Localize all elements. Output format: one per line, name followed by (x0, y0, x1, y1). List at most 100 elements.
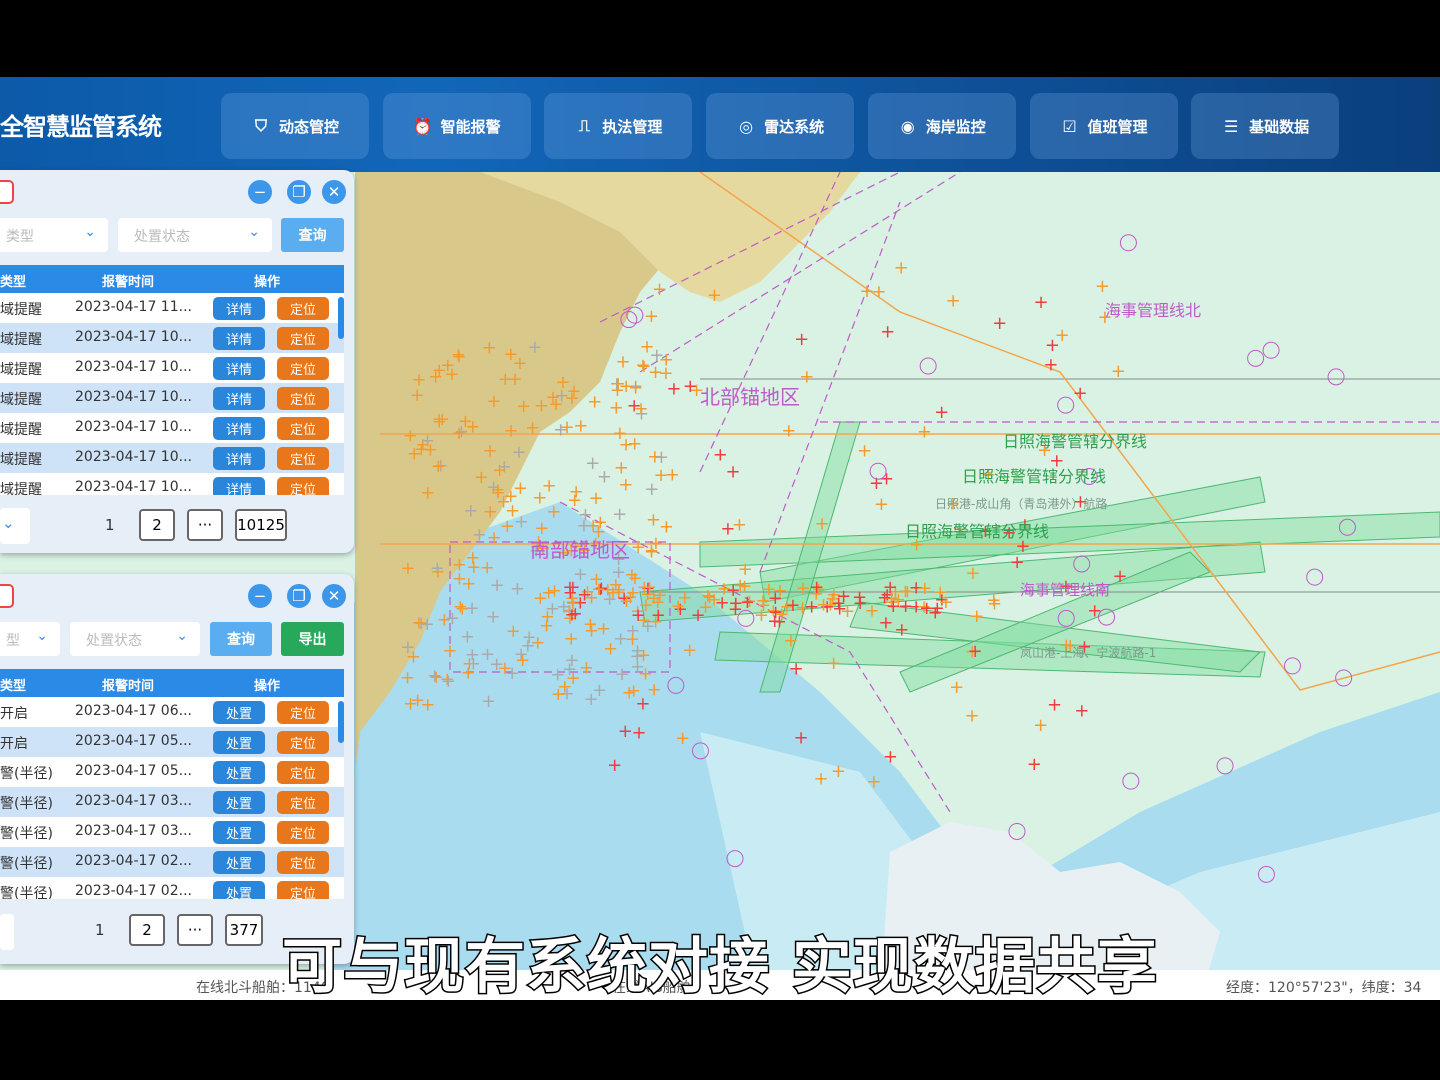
vessel-marker[interactable]: + (510, 579, 525, 600)
vessel-marker[interactable]: + (666, 379, 681, 400)
locate-button[interactable]: 定位 (277, 731, 329, 754)
table-row[interactable]: 警(半径) 2023-04-17 05... 处置 定位 (0, 757, 344, 787)
vessel-marker[interactable]: + (860, 281, 875, 302)
nav-alarm[interactable]: ⏰ 智能报警 (382, 93, 531, 159)
nav-stamp[interactable]: ⎍ 执法管理 (544, 93, 693, 159)
vessel-marker[interactable]: + (585, 453, 600, 474)
vessel-marker[interactable]: + (826, 653, 841, 674)
nav-radar[interactable]: ◎ 雷达系统 (706, 93, 855, 159)
vessel-marker[interactable]: + (564, 629, 579, 650)
vessel-marker[interactable]: + (589, 488, 604, 509)
vessel-marker[interactable]: + (406, 647, 421, 668)
vessel-marker[interactable]: + (480, 644, 495, 665)
vessel-marker[interactable]: + (551, 684, 566, 705)
detail-button[interactable]: 详情 (213, 477, 265, 495)
vessel-marker[interactable]: + (813, 768, 828, 789)
vessel-marker[interactable]: + (781, 420, 796, 441)
vessel-marker[interactable]: + (946, 291, 961, 312)
vessel-marker[interactable]: + (492, 460, 507, 481)
vessel-marker[interactable]: + (420, 482, 435, 503)
vessel-marker[interactable]: + (965, 705, 980, 726)
locate-button[interactable]: 定位 (277, 447, 329, 470)
nav-shield-check[interactable]: ⛉ 动态管控 (221, 93, 369, 159)
locate-button[interactable]: 定位 (277, 417, 329, 440)
vessel-marker[interactable]: + (713, 445, 728, 466)
vessel-marker[interactable]: + (569, 482, 584, 503)
vessel-marker[interactable]: + (659, 517, 674, 538)
vessel-marker[interactable]: + (1113, 566, 1128, 587)
detail-button[interactable]: 详情 (213, 297, 265, 320)
handle-button[interactable]: 处置 (213, 791, 265, 814)
vessel-marker[interactable]: + (618, 721, 633, 742)
vessel-marker[interactable]: + (1095, 276, 1110, 297)
vessel-marker[interactable]: + (1027, 754, 1042, 775)
table-row[interactable]: 警(半径) 2023-04-17 03... 处置 定位 (0, 817, 344, 847)
vessel-marker[interactable]: + (612, 504, 627, 525)
vessel-marker[interactable]: + (410, 690, 425, 711)
vessel-marker[interactable]: + (498, 369, 513, 390)
handle-button[interactable]: 处置 (213, 851, 265, 874)
vessel-marker[interactable]: + (603, 639, 618, 660)
vessel-marker[interactable]: + (516, 396, 531, 417)
vessel-marker[interactable]: + (615, 351, 630, 372)
vessel-marker[interactable]: + (682, 640, 697, 661)
table-row[interactable]: 警(半径) 2023-04-17 03... 处置 定位 (0, 787, 344, 817)
vessel-marker[interactable]: + (506, 621, 521, 642)
vessel-marker[interactable]: + (1087, 600, 1102, 621)
page-last[interactable]: 10125 (235, 509, 287, 541)
status-select[interactable]: 处置状态 ⌄ (118, 218, 272, 252)
vessel-marker[interactable]: + (423, 440, 438, 461)
vessel-marker[interactable]: + (857, 441, 872, 462)
vessel-marker[interactable]: + (992, 313, 1007, 334)
vessel-marker[interactable]: + (675, 728, 690, 749)
table-row[interactable]: 域提醒 2023-04-17 10... 详情 定位 (0, 473, 344, 495)
vessel-marker[interactable]: + (480, 557, 495, 578)
vessel-marker[interactable]: + (441, 671, 456, 692)
detail-button[interactable]: 详情 (213, 447, 265, 470)
vessel-marker[interactable]: + (1074, 700, 1089, 721)
vessel-marker[interactable]: + (618, 474, 633, 495)
vessel-marker[interactable]: + (1045, 335, 1060, 356)
vessel-marker[interactable]: + (542, 475, 557, 496)
table-row[interactable]: 域提醒 2023-04-17 10... 详情 定位 (0, 323, 344, 353)
table-row[interactable]: 开启 2023-04-17 06... 处置 定位 (0, 697, 344, 727)
vessel-marker[interactable]: + (702, 587, 717, 608)
table-row[interactable]: 警(半径) 2023-04-17 02... 处置 定位 (0, 847, 344, 877)
vessel-marker[interactable]: + (432, 409, 447, 430)
vessel-marker[interactable]: + (814, 513, 829, 534)
vessel-marker[interactable]: + (587, 392, 602, 413)
vessel-marker[interactable]: + (512, 353, 527, 374)
vessel-marker[interactable]: + (968, 641, 983, 662)
locate-button[interactable]: 定位 (277, 791, 329, 814)
vessel-marker[interactable]: + (565, 577, 580, 598)
nav-database[interactable]: ☰ 基础数据 (1191, 93, 1340, 159)
vessel-marker[interactable]: + (440, 355, 455, 376)
vessel-marker[interactable]: + (648, 362, 663, 383)
locate-button[interactable]: 定位 (277, 357, 329, 380)
nav-clipboard-check[interactable]: ☑ 值班管理 (1029, 93, 1178, 159)
handle-button[interactable]: 处置 (213, 761, 265, 784)
detail-button[interactable]: 详情 (213, 327, 265, 350)
vessel-marker[interactable]: + (579, 657, 594, 678)
vessel-marker[interactable]: + (683, 376, 698, 397)
vessel-marker[interactable]: + (1010, 552, 1025, 573)
vessel-marker[interactable]: + (816, 594, 831, 615)
vessel-marker[interactable]: + (525, 418, 540, 439)
vessel-marker[interactable]: + (489, 575, 504, 596)
restore-icon[interactable]: ❐ (287, 180, 311, 204)
table-row[interactable]: 域提醒 2023-04-17 10... 详情 定位 (0, 353, 344, 383)
close-icon[interactable]: ✕ (322, 180, 346, 204)
vessel-marker[interactable]: + (894, 620, 909, 641)
vessel-marker[interactable]: + (483, 440, 498, 461)
vessel-marker[interactable]: + (618, 435, 633, 456)
table-row[interactable]: 域提醒 2023-04-17 11... 详情 定位 (0, 293, 344, 323)
vessel-marker[interactable]: + (463, 500, 478, 521)
vessel-marker[interactable]: + (430, 558, 445, 579)
vessel-marker[interactable]: + (466, 653, 481, 674)
vessel-marker[interactable]: + (671, 596, 686, 617)
vessel-marker[interactable]: + (481, 691, 496, 712)
vessel-marker[interactable]: + (632, 723, 647, 744)
vessel-marker[interactable]: + (794, 329, 809, 350)
vessel-marker[interactable]: + (789, 659, 804, 680)
vessel-marker[interactable]: + (883, 747, 898, 768)
